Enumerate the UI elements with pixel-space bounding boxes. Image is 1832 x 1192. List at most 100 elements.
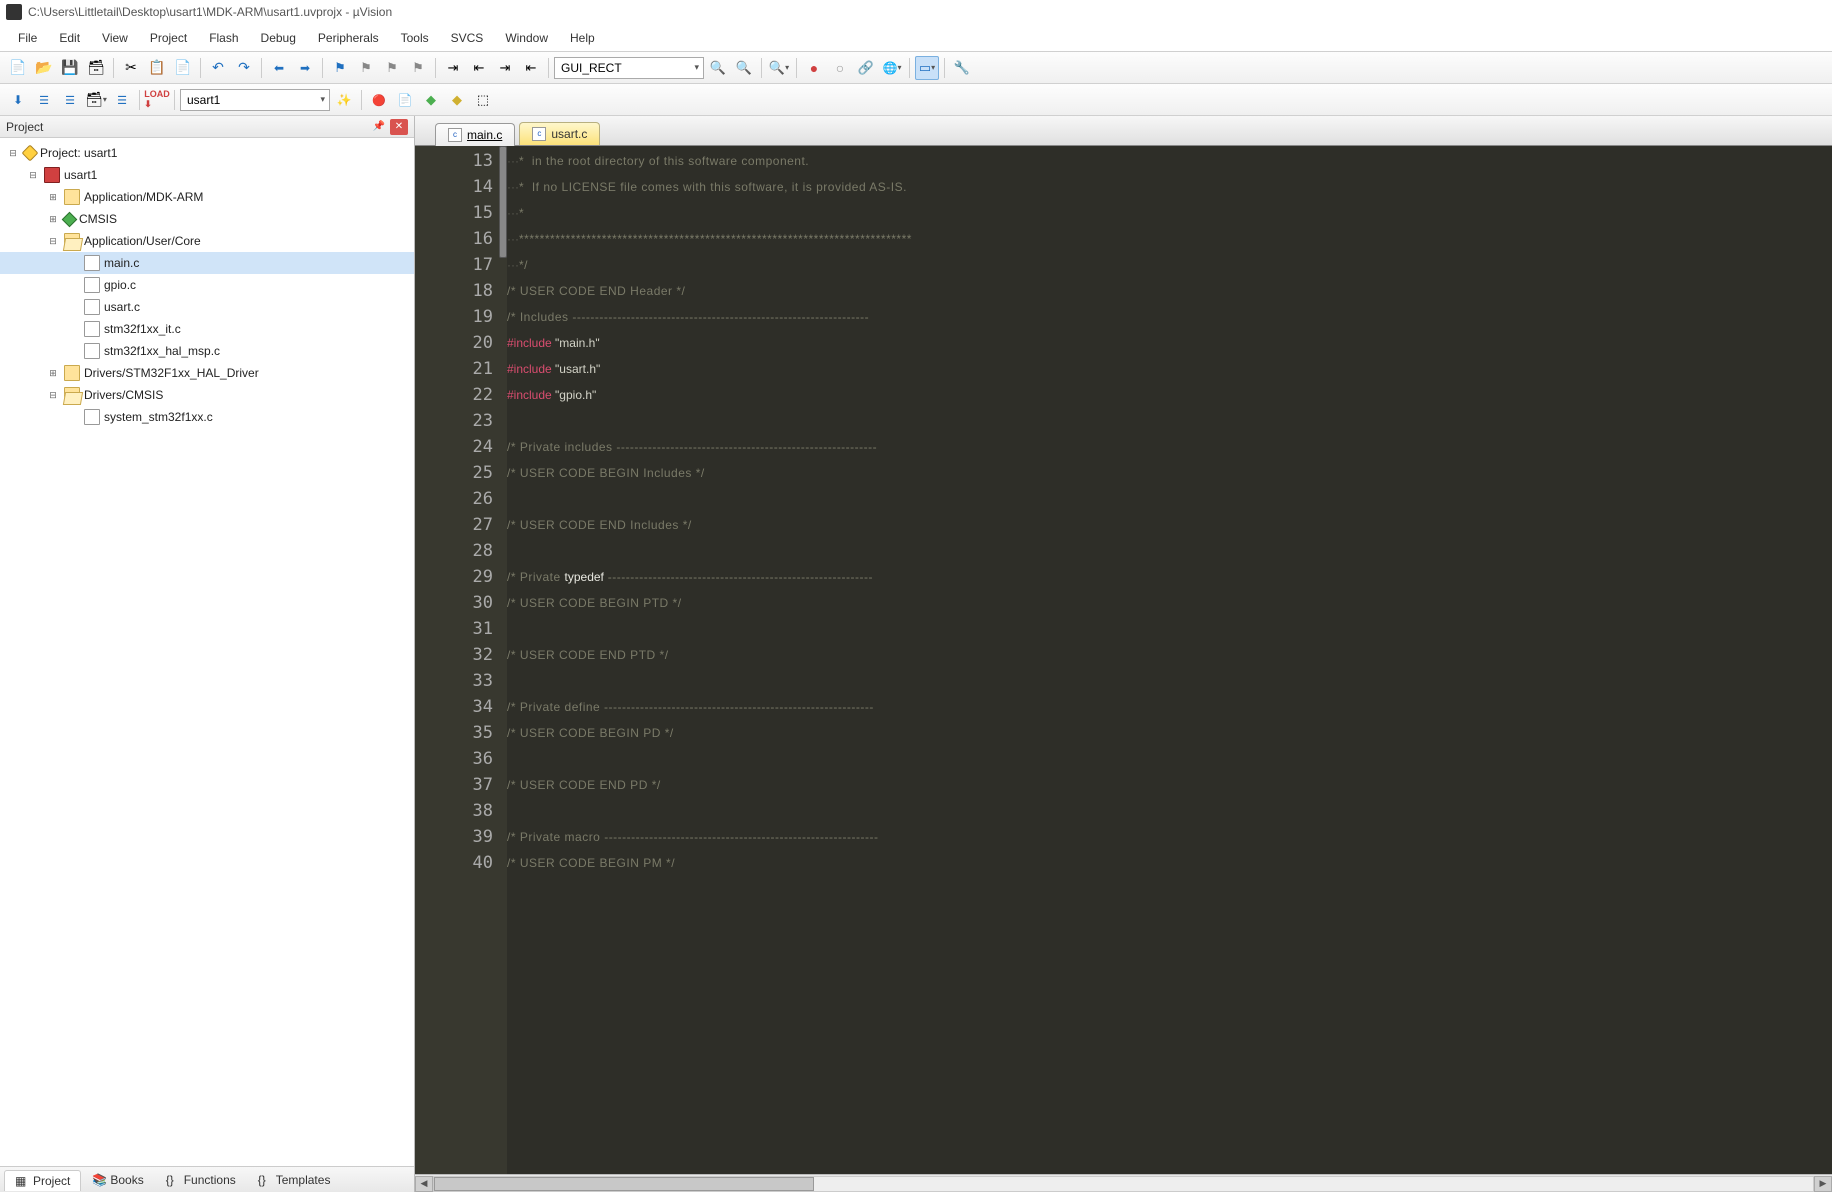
- cut-button[interactable]: [119, 56, 143, 80]
- rte-button[interactable]: [445, 88, 469, 112]
- nav-back-button[interactable]: [267, 56, 291, 80]
- tree-group-drivers-stm32f1xx-hal-driver[interactable]: ⊞Drivers/STM32F1xx_HAL_Driver: [0, 362, 414, 384]
- menu-project[interactable]: Project: [140, 27, 197, 49]
- bookmark-next-button[interactable]: [380, 56, 404, 80]
- tree-file-stm32f1xx-hal-msp-c[interactable]: stm32f1xx_hal_msp.c: [0, 340, 414, 362]
- tree-project-root[interactable]: ⊟Project: usart1: [0, 142, 414, 164]
- code-line[interactable]: /* USER CODE BEGIN Includes */: [507, 460, 1832, 486]
- code-line[interactable]: [507, 798, 1832, 824]
- breakpoint-insert-button[interactable]: [802, 56, 826, 80]
- tree-group-drivers-cmsis[interactable]: ⊟Drivers/CMSIS: [0, 384, 414, 406]
- code-line[interactable]: [507, 616, 1832, 642]
- code-line[interactable]: [507, 746, 1832, 772]
- menu-svcs[interactable]: SVCS: [441, 27, 494, 49]
- menu-flash[interactable]: Flash: [199, 27, 248, 49]
- code-line[interactable]: [507, 538, 1832, 564]
- batch-build-button[interactable]: ▾: [84, 88, 108, 112]
- select-button[interactable]: [471, 88, 495, 112]
- code-line[interactable]: #include "usart.h": [507, 356, 1832, 382]
- code-line[interactable]: /* USER CODE BEGIN PD */: [507, 720, 1832, 746]
- tree-file-gpio-c[interactable]: gpio.c: [0, 274, 414, 296]
- tree-file-main-c[interactable]: main.c: [0, 252, 414, 274]
- build-button[interactable]: [32, 88, 56, 112]
- configure-button[interactable]: [950, 56, 974, 80]
- code-line[interactable]: ···*/: [507, 252, 1832, 278]
- tree-group-cmsis[interactable]: ⊞CMSIS: [0, 208, 414, 230]
- menu-edit[interactable]: Edit: [49, 27, 90, 49]
- menu-help[interactable]: Help: [560, 27, 605, 49]
- pin-button[interactable]: 📌: [370, 119, 388, 135]
- scroll-left-button[interactable]: ◀: [415, 1176, 433, 1192]
- manage-button[interactable]: [393, 88, 417, 112]
- panel-tab-project[interactable]: ▦Project: [4, 1170, 81, 1191]
- tree-toggle[interactable]: ⊞: [46, 214, 60, 225]
- new-file-button[interactable]: [6, 56, 30, 80]
- breakpoint-kill-button[interactable]: [854, 56, 878, 80]
- paste-button[interactable]: [171, 56, 195, 80]
- menu-debug[interactable]: Debug: [251, 27, 306, 49]
- download-button[interactable]: LOAD⬇: [145, 88, 169, 112]
- code-line[interactable]: ···* in the root directory of this softw…: [507, 148, 1832, 174]
- pack-installer-button[interactable]: [419, 88, 443, 112]
- outdent-button[interactable]: [467, 56, 491, 80]
- target-options-button[interactable]: [332, 88, 356, 112]
- tree-toggle[interactable]: ⊞: [46, 368, 60, 379]
- menu-tools[interactable]: Tools: [391, 27, 439, 49]
- panel-tab-functions[interactable]: {}Functions: [155, 1169, 247, 1190]
- code-content[interactable]: ···* in the root directory of this softw…: [507, 146, 1832, 1174]
- debug-button[interactable]: ▾: [767, 56, 791, 80]
- code-line[interactable]: /* USER CODE END PD */: [507, 772, 1832, 798]
- translate-button[interactable]: [6, 88, 30, 112]
- code-line[interactable]: /* USER CODE BEGIN PTD */: [507, 590, 1832, 616]
- tree-group-application-mdk-arm[interactable]: ⊞Application/MDK-ARM: [0, 186, 414, 208]
- code-line[interactable]: [507, 408, 1832, 434]
- scroll-track[interactable]: [433, 1176, 1814, 1192]
- tree-file-stm32f1xx-it-c[interactable]: stm32f1xx_it.c: [0, 318, 414, 340]
- tree-toggle[interactable]: ⊟: [46, 390, 60, 401]
- menu-file[interactable]: File: [8, 27, 47, 49]
- code-line[interactable]: /* Private define ----------------------…: [507, 694, 1832, 720]
- nav-forward-button[interactable]: [293, 56, 317, 80]
- save-all-button[interactable]: [84, 56, 108, 80]
- horizontal-scrollbar[interactable]: ◀ ▶: [415, 1174, 1832, 1192]
- stop-build-button[interactable]: [110, 88, 134, 112]
- code-line[interactable]: [507, 668, 1832, 694]
- code-line[interactable]: #include "main.h": [507, 330, 1832, 356]
- indent-button[interactable]: [441, 56, 465, 80]
- code-line[interactable]: ···*************************************…: [507, 226, 1832, 252]
- code-line[interactable]: ···* If no LICENSE file comes with this …: [507, 174, 1832, 200]
- bookmark-prev-button[interactable]: [354, 56, 378, 80]
- code-line[interactable]: /* USER CODE END Header */: [507, 278, 1832, 304]
- uncomment-button[interactable]: [519, 56, 543, 80]
- code-line[interactable]: #include "gpio.h": [507, 382, 1832, 408]
- scroll-thumb[interactable]: [434, 1177, 814, 1191]
- rebuild-button[interactable]: [58, 88, 82, 112]
- tree-group-application-user-core[interactable]: ⊟Application/User/Core: [0, 230, 414, 252]
- close-panel-button[interactable]: ✕: [390, 119, 408, 135]
- menu-window[interactable]: Window: [495, 27, 558, 49]
- editor-tab-usart-c[interactable]: usart.c: [519, 122, 600, 145]
- code-line[interactable]: /* Private typedef ---------------------…: [507, 564, 1832, 590]
- code-line[interactable]: /* Private macro -----------------------…: [507, 824, 1832, 850]
- code-line[interactable]: /* Includes ----------------------------…: [507, 304, 1832, 330]
- comment-button[interactable]: [493, 56, 517, 80]
- breakpoint-list-button[interactable]: ▾: [880, 56, 904, 80]
- tree-toggle[interactable]: ⊟: [26, 170, 40, 181]
- menu-peripherals[interactable]: Peripherals: [308, 27, 389, 49]
- tree-target[interactable]: ⊟usart1: [0, 164, 414, 186]
- menu-view[interactable]: View: [92, 27, 138, 49]
- code-line[interactable]: /* USER CODE END Includes */: [507, 512, 1832, 538]
- target-combo[interactable]: usart1: [180, 89, 330, 111]
- panel-tab-books[interactable]: 📚Books: [81, 1169, 154, 1190]
- find-next-button[interactable]: [706, 56, 730, 80]
- tree-toggle[interactable]: ⊞: [46, 192, 60, 203]
- code-view[interactable]: 1314151617181920212223242526272829303132…: [415, 146, 1832, 1174]
- redo-button[interactable]: [232, 56, 256, 80]
- breakpoint-disable-button[interactable]: [828, 56, 852, 80]
- tree-file-system-stm32f1xx-c[interactable]: system_stm32f1xx.c: [0, 406, 414, 428]
- window-layout-button[interactable]: ▾: [915, 56, 939, 80]
- editor-tab-main-c[interactable]: main.c: [435, 123, 515, 146]
- scroll-right-button[interactable]: ▶: [1814, 1176, 1832, 1192]
- copy-button[interactable]: [145, 56, 169, 80]
- file-ext-button[interactable]: [367, 88, 391, 112]
